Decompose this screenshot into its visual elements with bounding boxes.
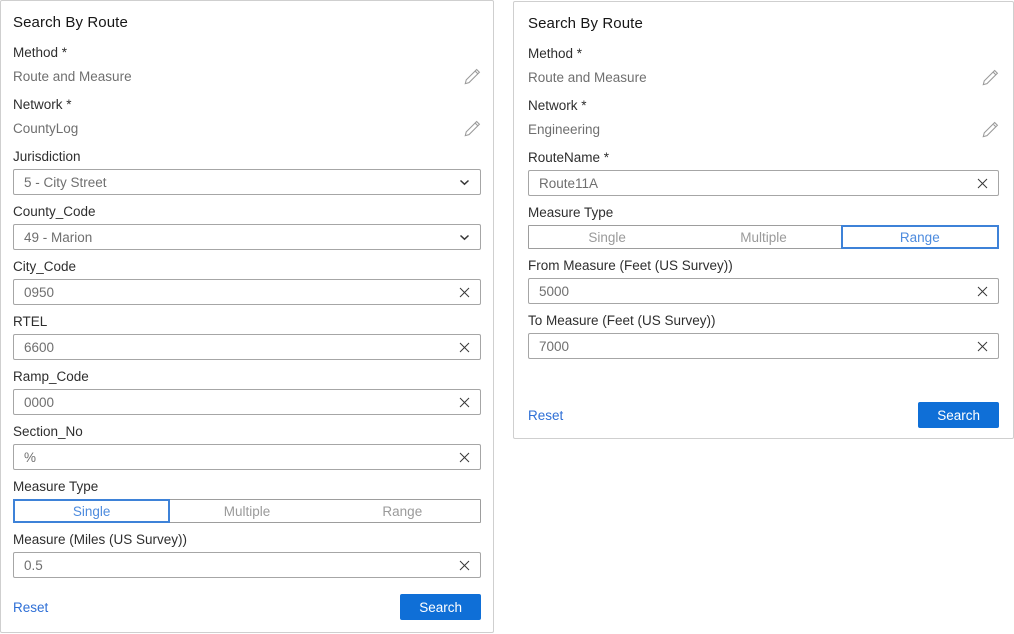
edit-method-button[interactable] (463, 67, 481, 85)
measure-type-segmented-control: Single Multiple Range (13, 499, 481, 523)
reset-link[interactable]: Reset (528, 408, 563, 423)
rtel-field: RTEL (13, 313, 481, 360)
network-label: Network * (528, 97, 999, 114)
rtel-label: RTEL (13, 313, 481, 330)
clear-ramp-code-button[interactable] (457, 395, 471, 409)
jurisdiction-field: Jurisdiction 5 - City Street (13, 148, 481, 195)
measure-field: Measure (Miles (US Survey)) (13, 531, 481, 578)
method-value: Route and Measure (528, 70, 647, 85)
measure-input[interactable] (14, 553, 480, 577)
search-button[interactable]: Search (918, 402, 999, 428)
route-name-field: RouteName * (528, 149, 999, 196)
method-field: Method * Route and Measure (528, 45, 999, 88)
city-code-label: City_Code (13, 258, 481, 275)
footer: Reset Search (528, 402, 999, 428)
section-no-label: Section_No (13, 423, 481, 440)
chevron-down-icon (459, 179, 470, 186)
network-value: Engineering (528, 122, 600, 137)
x-icon (976, 177, 989, 190)
to-measure-input[interactable] (529, 334, 998, 358)
ramp-code-input[interactable] (14, 390, 480, 414)
pencil-icon (982, 69, 999, 86)
method-field: Method * Route and Measure (13, 44, 481, 87)
section-no-input[interactable] (14, 445, 480, 469)
measure-type-option-multiple[interactable]: Multiple (685, 226, 841, 248)
search-button[interactable]: Search (400, 594, 481, 620)
measure-type-label: Measure Type (13, 478, 481, 495)
measure-type-segmented-control: Single Multiple Range (528, 225, 999, 249)
jurisdiction-selected-value: 5 - City Street (24, 175, 107, 190)
pencil-icon (464, 120, 481, 137)
county-code-field: County_Code 49 - Marion (13, 203, 481, 250)
ramp-code-field: Ramp_Code (13, 368, 481, 415)
measure-type-option-range[interactable]: Range (842, 226, 998, 248)
pencil-icon (464, 68, 481, 85)
clear-measure-button[interactable] (457, 558, 471, 572)
chevron-down-icon (459, 234, 470, 241)
x-icon (458, 559, 471, 572)
to-measure-field: To Measure (Feet (US Survey)) (528, 312, 999, 359)
route-name-input[interactable] (529, 171, 998, 195)
network-field: Network * CountyLog (13, 96, 481, 139)
edit-method-button[interactable] (981, 68, 999, 86)
measure-type-option-single[interactable]: Single (529, 226, 685, 248)
x-icon (976, 285, 989, 298)
section-no-field: Section_No (13, 423, 481, 470)
county-code-label: County_Code (13, 203, 481, 220)
reset-link[interactable]: Reset (13, 600, 48, 615)
measure-type-field: Measure Type Single Multiple Range (13, 478, 481, 523)
x-icon (458, 341, 471, 354)
measure-type-option-single[interactable]: Single (14, 500, 169, 522)
search-by-route-panel-left: Search By Route Method * Route and Measu… (0, 0, 494, 633)
search-by-route-panel-right: Search By Route Method * Route and Measu… (513, 1, 1014, 439)
from-measure-input[interactable] (529, 279, 998, 303)
jurisdiction-select[interactable]: 5 - City Street (13, 169, 481, 195)
measure-label: Measure (Miles (US Survey)) (13, 531, 481, 548)
x-icon (458, 286, 471, 299)
method-label: Method * (528, 45, 999, 62)
edit-network-button[interactable] (981, 120, 999, 138)
network-field: Network * Engineering (528, 97, 999, 140)
network-value: CountyLog (13, 121, 78, 136)
measure-type-label: Measure Type (528, 204, 999, 221)
county-code-select[interactable]: 49 - Marion (13, 224, 481, 250)
clear-city-code-button[interactable] (457, 285, 471, 299)
measure-type-option-range[interactable]: Range (325, 500, 480, 522)
method-label: Method * (13, 44, 481, 61)
from-measure-label: From Measure (Feet (US Survey)) (528, 257, 999, 274)
clear-from-measure-button[interactable] (975, 284, 989, 298)
route-name-label: RouteName * (528, 149, 999, 166)
footer: Reset Search (13, 594, 481, 620)
measure-type-option-multiple[interactable]: Multiple (169, 500, 324, 522)
x-icon (976, 340, 989, 353)
to-measure-label: To Measure (Feet (US Survey)) (528, 312, 999, 329)
pencil-icon (982, 121, 999, 138)
clear-section-no-button[interactable] (457, 450, 471, 464)
city-code-input[interactable] (14, 280, 480, 304)
clear-rtel-button[interactable] (457, 340, 471, 354)
measure-type-field: Measure Type Single Multiple Range (528, 204, 999, 249)
method-value: Route and Measure (13, 69, 132, 84)
page-title: Search By Route (528, 15, 999, 32)
edit-network-button[interactable] (463, 119, 481, 137)
page-title: Search By Route (13, 14, 481, 31)
jurisdiction-label: Jurisdiction (13, 148, 481, 165)
clear-route-name-button[interactable] (975, 176, 989, 190)
rtel-input[interactable] (14, 335, 480, 359)
x-icon (458, 396, 471, 409)
x-icon (458, 451, 471, 464)
from-measure-field: From Measure (Feet (US Survey)) (528, 257, 999, 304)
county-code-selected-value: 49 - Marion (24, 230, 92, 245)
clear-to-measure-button[interactable] (975, 339, 989, 353)
ramp-code-label: Ramp_Code (13, 368, 481, 385)
network-label: Network * (13, 96, 481, 113)
city-code-field: City_Code (13, 258, 481, 305)
